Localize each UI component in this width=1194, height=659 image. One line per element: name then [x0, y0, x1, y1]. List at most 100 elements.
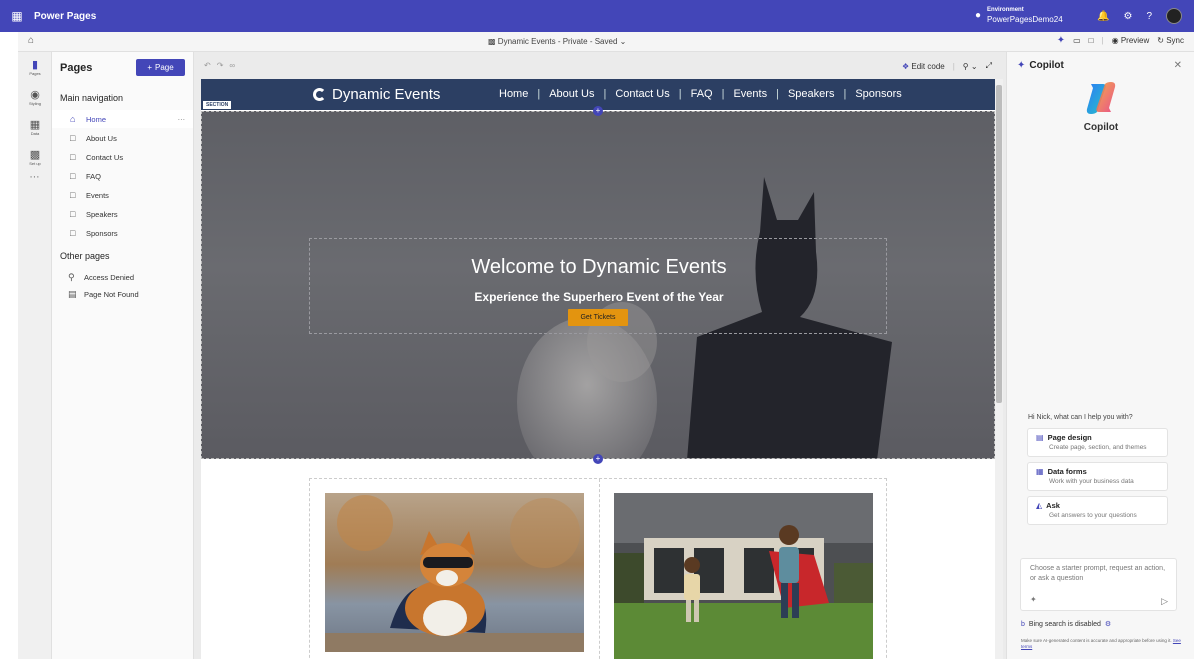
bing-icon: b: [1021, 620, 1025, 628]
rail-item-setup[interactable]: ▩ Set up: [18, 142, 52, 172]
site-name: Dynamic Events: [332, 86, 441, 103]
chat-icon: ◭: [1036, 501, 1043, 510]
home-icon: ⌂: [70, 114, 76, 124]
chevron-down-icon: ⌄: [970, 61, 978, 71]
environment-picker[interactable]: ● Environment PowerPagesDemo24: [975, 5, 1063, 25]
eye-icon: ◉: [1111, 36, 1119, 45]
undo-icon[interactable]: ↶: [204, 61, 217, 70]
copilot-icon: ✦: [1017, 60, 1026, 71]
device-icon[interactable]: ▭: [1073, 36, 1081, 45]
canvas-toolbar: ↶↷∞ ❖ Edit code | ⚲ ⌄ ⤢: [204, 61, 992, 71]
section-tag: SECTION: [202, 100, 233, 110]
page-item-page-not-found[interactable]: ▤ Page Not Found: [52, 285, 193, 303]
copilot-panel-title: Copilot: [1029, 60, 1064, 71]
page-item-faq[interactable]: □ FAQ: [52, 167, 193, 185]
comment-icon[interactable]: □: [1089, 36, 1094, 45]
main-navigation-heading: Main navigation: [60, 93, 124, 103]
rail-item-data[interactable]: ▦ Data: [18, 112, 52, 142]
page-item-home[interactable]: ⌂ Home ⋯: [52, 110, 193, 128]
environment-label: Environment: [987, 7, 1024, 13]
setup-icon: ▩: [29, 148, 41, 161]
close-icon[interactable]: ✕: [1174, 60, 1182, 71]
add-page-button[interactable]: + Page: [136, 59, 185, 76]
home-icon[interactable]: ⌂: [28, 35, 34, 46]
corgi-superhero-image[interactable]: [325, 493, 584, 652]
page-icon: □: [70, 171, 76, 181]
copilot-name: Copilot: [1083, 122, 1119, 133]
site-nav-home[interactable]: Home: [499, 88, 528, 100]
zoom-dropdown[interactable]: ⚲ ⌄: [963, 62, 978, 71]
link-icon[interactable]: ∞: [229, 61, 241, 70]
page-item-about-us[interactable]: □ About Us: [52, 129, 193, 147]
prompt-card-data-forms[interactable]: ▦ Data forms Work with your business data: [1027, 462, 1168, 491]
more-icon[interactable]: ⋯: [18, 172, 51, 183]
panel-title: Pages: [60, 62, 93, 74]
page-icon: □: [70, 228, 76, 238]
preview-button[interactable]: ◉ Preview: [1112, 36, 1150, 45]
prompt-card-ask[interactable]: ◭ Ask Get answers to your questions: [1027, 496, 1168, 525]
sync-button[interactable]: ↻ Sync: [1157, 36, 1184, 45]
page-item-sponsors[interactable]: □ Sponsors: [52, 224, 193, 242]
settings-icon[interactable]: ⚙: [1123, 11, 1132, 22]
help-icon[interactable]: ?: [1146, 11, 1152, 22]
pages-panel: Pages + Page Main navigation ⌂ Home ⋯ □ …: [52, 52, 194, 659]
more-options-icon[interactable]: ⋯: [178, 115, 186, 124]
send-icon[interactable]: ▷: [1161, 596, 1168, 606]
canvas-scrollbar[interactable]: [995, 79, 1003, 659]
site-status-dropdown[interactable]: ▩ Dynamic Events - Private - Saved ⌄: [488, 37, 626, 46]
image-cards-section[interactable]: [309, 478, 887, 659]
sparkle-icon[interactable]: ✦: [1030, 595, 1037, 605]
hero-title: Welcome to Dynamic Events: [471, 256, 727, 278]
sync-icon: ↻: [1157, 36, 1164, 45]
hero-subtitle: Experience the Superhero Event of the Ye…: [474, 290, 724, 304]
site-nav-events[interactable]: Events: [733, 88, 767, 100]
user-avatar[interactable]: [1166, 8, 1182, 24]
settings-icon[interactable]: ⚙: [1105, 620, 1111, 628]
redo-icon[interactable]: ↷: [217, 61, 230, 70]
page-item-events[interactable]: □ Events: [52, 186, 193, 204]
site-nav-faq[interactable]: FAQ: [691, 88, 713, 100]
site-icon: ▩: [488, 37, 496, 46]
site-logo[interactable]: Dynamic Events: [313, 86, 440, 103]
workspace-rail: ▮ Pages ◉ Styling ▦ Data ▩ Set up ⋯: [18, 52, 52, 659]
page-item-contact-us[interactable]: □ Contact Us: [52, 148, 193, 166]
canvas-scrollbar-thumb[interactable]: [996, 85, 1002, 403]
chevron-down-icon: ⌄: [619, 37, 627, 46]
add-section-icon[interactable]: +: [593, 454, 603, 464]
environment-value: PowerPagesDemo24: [987, 15, 1063, 24]
page-item-access-denied[interactable]: ⚲ Access Denied: [52, 268, 193, 286]
kids-playing-superheroes-image[interactable]: [614, 493, 873, 659]
page-item-speakers[interactable]: □ Speakers: [52, 205, 193, 223]
site-status-label: Dynamic Events - Private - Saved: [497, 37, 618, 46]
top-bar: ▦ Power Pages ● Environment PowerPagesDe…: [0, 0, 1194, 32]
app-launcher-icon[interactable]: ▦: [0, 0, 34, 32]
prompt-card-page-design[interactable]: ▤ Page design Create page, section, and t…: [1027, 428, 1168, 457]
notifications-icon[interactable]: 🔔: [1097, 11, 1109, 22]
rail-item-styling[interactable]: ◉ Styling: [18, 82, 52, 112]
page-design-icon: ▤: [1036, 433, 1044, 442]
site-navigation: Home | About Us | Contact Us | FAQ | Events |…: [499, 88, 902, 100]
app-name[interactable]: Power Pages: [34, 11, 96, 22]
copilot-greeting: Hi Nick, what can I help you with?: [1028, 414, 1133, 421]
edit-code-button[interactable]: ❖ Edit code: [902, 62, 945, 71]
vscode-icon: ❖: [901, 61, 910, 71]
copilot-prompt-input[interactable]: Choose a starter prompt, request an acti…: [1020, 558, 1177, 611]
page-error-icon: ▤: [68, 288, 77, 299]
rail-item-pages[interactable]: ▮ Pages: [18, 52, 52, 82]
site-nav-sponsors[interactable]: Sponsors: [855, 88, 901, 100]
get-tickets-button[interactable]: Get Tickets: [568, 309, 628, 326]
site-nav-speakers[interactable]: Speakers: [788, 88, 834, 100]
site-nav-about-us[interactable]: About Us: [549, 88, 594, 100]
hero-section[interactable]: Welcome to Dynamic Events Experience the…: [201, 111, 995, 459]
page-icon: □: [70, 152, 76, 162]
ai-disclaimer: Make sure AI-generated content is accura…: [1021, 638, 1181, 649]
page-icon: □: [70, 209, 76, 219]
hero-content[interactable]: Welcome to Dynamic Events Experience the…: [309, 238, 887, 334]
copilot-icon[interactable]: ✦: [1057, 35, 1065, 46]
expand-icon[interactable]: ⤢: [986, 61, 992, 71]
table-icon: ▦: [1036, 467, 1044, 476]
page-icon: □: [70, 190, 76, 200]
table-icon: ▦: [29, 118, 41, 131]
site-nav-contact-us[interactable]: Contact Us: [615, 88, 669, 100]
add-section-icon[interactable]: +: [593, 106, 603, 116]
